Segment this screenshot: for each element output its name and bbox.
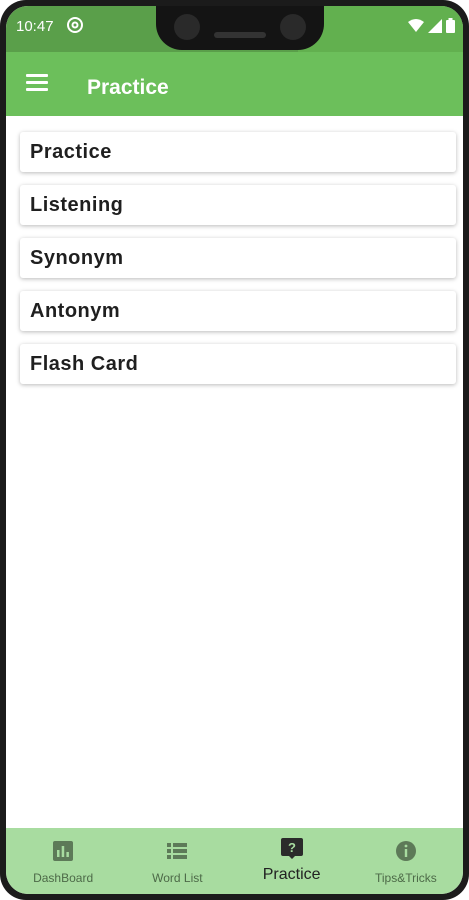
page-title: Practice [87, 76, 169, 99]
nav-label: DashBoard [33, 871, 94, 885]
list-item-practice[interactable]: Practice [20, 132, 456, 172]
list-item-antonym[interactable]: Antonym [20, 291, 456, 331]
status-icons [408, 18, 455, 33]
nav-item-tips-tricks[interactable]: Tips&Tricks [349, 828, 463, 894]
list-item-flash-card[interactable]: Flash Card [20, 344, 456, 384]
battery-icon [446, 18, 455, 33]
list-item-synonym[interactable]: Synonym [20, 238, 456, 278]
camera-notch [156, 6, 324, 50]
list-item-label: Listening [30, 193, 124, 216]
list-item-label: Practice [30, 140, 112, 163]
practice-list: Practice Listening Synonym Antonym Flash… [20, 132, 456, 397]
wifi-icon [408, 18, 424, 32]
speaker-grille [214, 32, 266, 38]
info-icon [395, 841, 416, 861]
nav-item-dashboard[interactable]: DashBoard [6, 828, 120, 894]
signal-icon [428, 18, 442, 33]
nav-item-practice[interactable]: ? Practice [235, 828, 349, 894]
front-camera [174, 14, 200, 40]
status-bar: 10:47 [6, 6, 463, 60]
nav-item-word-list[interactable]: Word List [120, 828, 234, 894]
status-time: 10:47 [16, 18, 54, 35]
list-item-label: Antonym [30, 299, 121, 322]
at-sign-icon [67, 17, 83, 33]
menu-icon[interactable] [26, 74, 48, 92]
nav-label: Practice [262, 866, 321, 883]
bottom-nav: DashBoard Word List ? Practice Tips&Tric… [6, 828, 463, 894]
app-bar: Practice [6, 52, 463, 116]
list-item-listening[interactable]: Listening [20, 185, 456, 225]
list-icon [167, 843, 188, 859]
nav-label: Tips&Tricks [374, 871, 437, 885]
phone-frame: 10:47 Practice Practice Listening Synony… [0, 0, 469, 900]
list-item-label: Flash Card [30, 352, 139, 375]
bar-chart-icon [53, 841, 74, 861]
question-icon: ? [280, 838, 303, 859]
list-item-label: Synonym [30, 246, 124, 269]
nav-label: Word List [152, 871, 203, 885]
svg-text:?: ? [288, 840, 296, 855]
front-sensor [280, 14, 306, 40]
screen: 10:47 Practice Practice Listening Synony… [6, 6, 463, 894]
